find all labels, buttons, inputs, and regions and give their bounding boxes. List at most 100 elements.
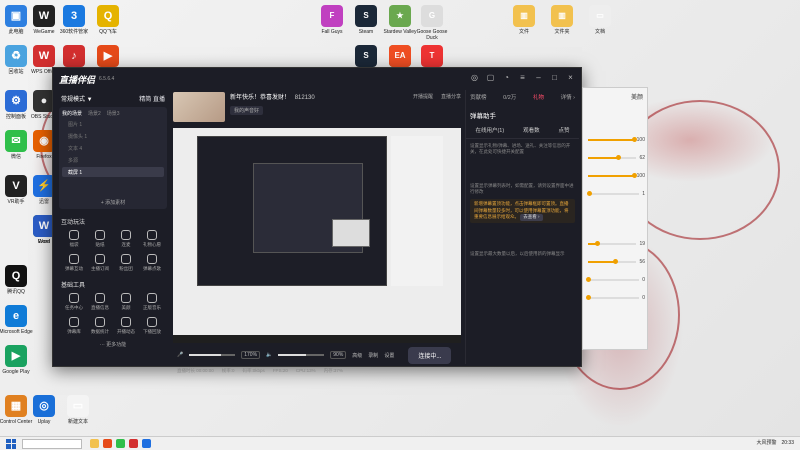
tab-contribution[interactable]: 贡献榜 <box>470 93 487 101</box>
left-panel: 常规模式 ▼ 精简 直播 我的场景 场景2 场景3 图片 1 摄像头 1 文本 … <box>57 90 169 364</box>
interact-item[interactable]: 粉丝团 <box>113 254 139 272</box>
clock-time[interactable]: 20:33 <box>781 440 794 446</box>
tools-item[interactable]: 下播回放 <box>139 317 165 335</box>
advanced-button[interactable]: 高级 <box>352 352 362 359</box>
start-icon[interactable] <box>6 438 16 449</box>
interact-item[interactable]: 礼物心愿 <box>139 230 165 248</box>
desktop-icon[interactable]: Q QQ飞车 <box>88 5 128 35</box>
slider-knob[interactable] <box>586 295 591 300</box>
tools-item[interactable]: 任务中心 <box>61 293 87 311</box>
tab-count[interactable]: 0/2万 <box>503 93 516 101</box>
room-tag[interactable]: 我的声音好 <box>230 106 264 115</box>
desktop-app-icon: G <box>421 5 443 27</box>
go-live-button[interactable]: 连接中... <box>408 346 452 364</box>
bell-icon[interactable]: ◔ <box>502 73 511 82</box>
desktop-icon[interactable]: ▥ 文件 <box>504 5 544 35</box>
tools-item[interactable]: 数据统计 <box>87 317 113 335</box>
seg-online-users[interactable]: 在线用户(1) <box>475 126 504 134</box>
desktop-icon[interactable]: ▭ 新建文本 <box>58 395 98 425</box>
chat-icon[interactable]: ▢ <box>486 73 495 82</box>
wechat-icon[interactable] <box>116 439 125 448</box>
seg-views[interactable]: 观看数 <box>523 126 540 134</box>
speaker-slider[interactable] <box>278 354 325 356</box>
beauty-slider[interactable] <box>588 155 637 160</box>
more-functions-button[interactable]: ··· 更多功能 <box>57 341 169 348</box>
beauty-slider[interactable] <box>586 295 640 300</box>
desktop-app-icon: ▭ <box>67 395 89 417</box>
room-title[interactable]: 新年快乐！恭喜发财！ <box>230 95 290 101</box>
interact-title: 互动玩法 <box>61 220 86 226</box>
beauty-slider[interactable] <box>586 277 640 282</box>
app-icon[interactable] <box>129 439 138 448</box>
slider-knob[interactable] <box>586 191 592 196</box>
beauty-slider[interactable] <box>588 241 637 246</box>
beauty-slider[interactable] <box>588 173 637 178</box>
beauty-slider[interactable] <box>586 191 640 196</box>
close-icon[interactable]: × <box>566 73 575 82</box>
minimize-icon[interactable]: – <box>534 73 543 82</box>
tab-scene-1[interactable]: 我的场景 <box>62 110 82 117</box>
explorer-icon[interactable] <box>90 439 99 448</box>
tab-gift[interactable]: 礼物 <box>533 93 544 101</box>
desktop-app-icon: ▭ <box>589 5 611 27</box>
desktop-app-icon: W <box>33 45 55 67</box>
live-reminder-button[interactable]: 开播提醒 <box>413 93 433 100</box>
headset-icon[interactable]: ◎ <box>470 73 479 82</box>
interact-item[interactable]: 连麦 <box>113 230 139 248</box>
tools-item[interactable]: 美颜 <box>113 293 139 311</box>
tab-beauty[interactable]: 美颜 <box>583 88 647 105</box>
record-button[interactable]: 录制 <box>368 352 378 359</box>
room-cover[interactable] <box>173 92 225 122</box>
tools-item[interactable]: 直播信息 <box>87 293 113 311</box>
interact-item[interactable]: 贴纸 <box>87 230 113 248</box>
slider-knob[interactable] <box>586 277 591 282</box>
slider-knob[interactable] <box>616 155 622 160</box>
beauty-slider[interactable] <box>588 259 637 264</box>
interact-item[interactable]: 主播订阅 <box>87 254 113 272</box>
desktop-icon[interactable]: ▥ 文件夹 <box>542 5 582 35</box>
share-button[interactable]: 直播分享 <box>441 93 461 100</box>
menu-icon[interactable]: ≡ <box>518 73 527 82</box>
interact-item[interactable]: 福袋 <box>61 230 87 248</box>
slider-knob[interactable] <box>631 173 637 178</box>
desktop-icon[interactable]: e Microsoft Edge <box>0 305 36 335</box>
app-icon[interactable] <box>142 439 151 448</box>
app-icon[interactable] <box>103 439 112 448</box>
desktop-icon[interactable]: G Goose Goose Duck <box>412 5 452 41</box>
mic-slider[interactable] <box>189 354 236 356</box>
source-item[interactable]: 文本 4 <box>62 143 164 153</box>
desktop-app-icon: Q <box>97 5 119 27</box>
mode-action[interactable]: 精简 <box>139 97 151 103</box>
add-source-button[interactable]: + 添加素材 <box>59 199 167 206</box>
tools-item[interactable]: 弹幕库 <box>61 317 87 335</box>
mic-icon[interactable]: 🎤 <box>177 352 183 358</box>
slider-knob[interactable] <box>595 241 601 246</box>
slider-knob[interactable] <box>613 259 619 264</box>
weather-text[interactable]: 大风预警 <box>756 439 776 446</box>
view-button[interactable]: 去查看 › <box>520 214 543 221</box>
tab-detail[interactable]: 详情 › <box>561 93 575 101</box>
settings-button[interactable]: 设置 <box>384 352 394 359</box>
mode-action[interactable]: 直播 <box>153 97 165 103</box>
source-item[interactable]: 多源 <box>62 155 164 165</box>
desktop-app-icon: F <box>321 5 343 27</box>
tools-item[interactable]: 开播动态 <box>113 317 139 335</box>
interact-item[interactable]: 弹幕互动 <box>61 254 87 272</box>
search-input[interactable] <box>22 438 82 449</box>
source-item[interactable]: 摄像头 1 <box>62 131 164 141</box>
tools-item[interactable]: 正版音乐 <box>139 293 165 311</box>
speaker-icon[interactable]: 🔈 <box>266 352 272 358</box>
desktop-icon[interactable]: ▶ Google Play <box>0 345 36 375</box>
seg-likes[interactable]: 点赞 <box>559 126 570 134</box>
tab-scene-3[interactable]: 场景3 <box>107 110 120 117</box>
desktop-icon[interactable]: ▭ 文档 <box>580 5 620 35</box>
maximize-icon[interactable]: □ <box>550 73 559 82</box>
source-item[interactable]: 图片 1 <box>62 119 164 129</box>
beauty-slider[interactable] <box>588 137 637 142</box>
desktop-icon[interactable]: Q 腾讯QQ <box>0 265 36 295</box>
mode-dropdown[interactable]: 常规模式 ▼ <box>61 94 93 103</box>
source-item-selected[interactable]: 截屏 1 <box>62 167 164 177</box>
interact-item[interactable]: 弹幕点歌 <box>139 254 165 272</box>
tab-scene-2[interactable]: 场景2 <box>88 110 101 117</box>
slider-knob[interactable] <box>631 137 637 142</box>
